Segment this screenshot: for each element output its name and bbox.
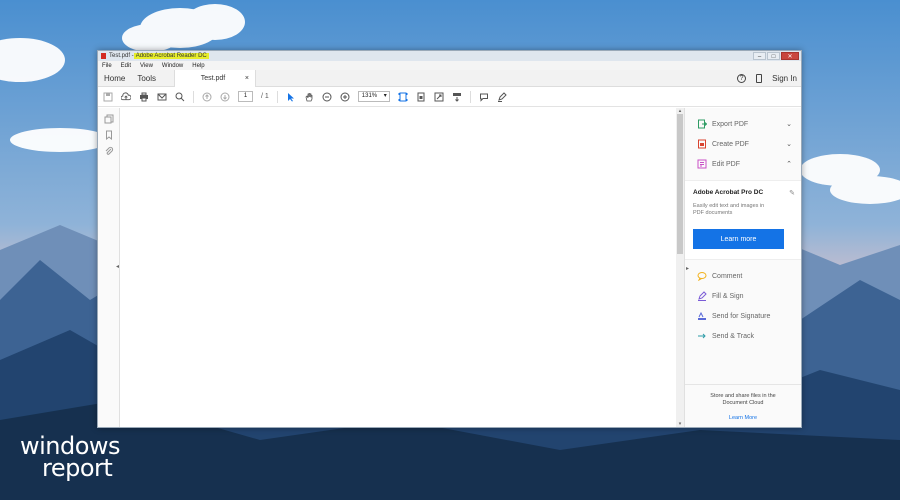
- attachment-icon[interactable]: [104, 146, 114, 156]
- tool-send-signature-label: Send for Signature: [712, 312, 771, 320]
- save-icon[interactable]: [103, 92, 113, 102]
- hand-tool-icon[interactable]: [304, 92, 314, 102]
- search-icon[interactable]: [175, 92, 185, 102]
- next-page-icon[interactable]: [220, 92, 230, 102]
- title-app: Adobe Acrobat Reader DC: [133, 53, 209, 59]
- page-number-input[interactable]: 1: [238, 91, 253, 102]
- brand-line-2: report: [42, 453, 113, 482]
- send-signature-icon: [697, 311, 707, 321]
- full-screen-icon[interactable]: [434, 92, 444, 102]
- select-cursor-icon[interactable]: [286, 92, 296, 102]
- send-track-icon: [697, 331, 707, 341]
- tab-document[interactable]: Test.pdf ×: [174, 69, 257, 87]
- minimize-button[interactable]: –: [753, 52, 766, 60]
- tool-send-track[interactable]: Send & Track: [685, 326, 801, 346]
- fit-page-icon[interactable]: [398, 92, 408, 102]
- toolbar-divider: [276, 90, 278, 103]
- document-cloud-promo: Store and share files in the Document Cl…: [685, 384, 801, 421]
- upload-cloud-icon[interactable]: [121, 91, 131, 102]
- menu-edit[interactable]: Edit: [121, 63, 131, 69]
- bookmark-icon[interactable]: [104, 130, 114, 141]
- menu-file[interactable]: File: [102, 63, 112, 69]
- tab-tools[interactable]: Tools: [131, 70, 162, 86]
- edit-pdf-icon: [697, 159, 707, 169]
- page-total: / 1: [261, 93, 269, 100]
- left-navigation-rail: ◂: [98, 108, 120, 427]
- close-button[interactable]: ✕: [781, 52, 799, 60]
- mobile-link-icon[interactable]: [756, 73, 763, 83]
- promo-description: Easily edit text and images in PDF docum…: [693, 203, 765, 216]
- title-bar[interactable]: Test.pdf - Adobe Acrobat Reader DC – □ ✕: [98, 51, 801, 61]
- learn-more-button[interactable]: Learn more: [693, 229, 784, 249]
- page-thumbnails-icon[interactable]: [104, 114, 114, 124]
- tool-edit-pdf-label: Edit PDF: [712, 160, 741, 168]
- tab-home[interactable]: Home: [98, 70, 131, 86]
- tool-comment[interactable]: Comment: [685, 266, 801, 286]
- promo-title: Adobe Acrobat Pro DC: [693, 189, 764, 196]
- vertical-scrollbar[interactable]: ▴ ▾: [676, 108, 684, 427]
- window-controls: – □ ✕: [753, 52, 799, 60]
- tool-comment-label: Comment: [712, 272, 743, 280]
- page-view-icon[interactable]: [416, 92, 426, 102]
- highlight-pen-icon[interactable]: [497, 91, 507, 102]
- toolbar-divider: [469, 90, 471, 103]
- tool-export-pdf[interactable]: Export PDF ⌄: [685, 114, 801, 134]
- acrobat-window: Test.pdf - Adobe Acrobat Reader DC – □ ✕…: [97, 50, 802, 428]
- export-pdf-icon: [697, 119, 707, 129]
- tools-pane: ▸ Export PDF ⌄ Create PDF ⌄ Edit PDF ⌃ A…: [684, 108, 801, 427]
- maximize-button[interactable]: □: [767, 52, 780, 60]
- tool-fill-sign[interactable]: Fill & Sign: [685, 286, 801, 306]
- create-pdf-icon: [697, 139, 707, 149]
- pdf-app-icon: [101, 53, 106, 59]
- pin-icon[interactable]: ✎: [789, 189, 795, 197]
- print-icon[interactable]: [139, 92, 149, 102]
- chevron-down-icon[interactable]: ⌄: [786, 140, 792, 148]
- tool-send-signature[interactable]: Send for Signature: [685, 306, 801, 326]
- menu-view[interactable]: View: [140, 63, 153, 69]
- fill-sign-icon: [697, 291, 707, 301]
- zoom-level-select[interactable]: 131%: [357, 91, 390, 102]
- comment-icon: [697, 271, 707, 281]
- toolbar-divider: [193, 90, 194, 103]
- document-canvas[interactable]: ▴ ▾: [120, 108, 684, 427]
- toolbar: 1 / 1 131%: [98, 87, 801, 107]
- expand-left-pane-icon[interactable]: ◂: [116, 263, 119, 270]
- chevron-up-icon[interactable]: ⌃: [786, 160, 792, 168]
- tab-close-icon[interactable]: ×: [245, 75, 249, 82]
- cloud-learn-more-link[interactable]: Learn More: [685, 415, 801, 421]
- acrobat-pro-promo: Adobe Acrobat Pro DC ✎ Easily edit text …: [685, 180, 801, 260]
- sign-in-link[interactable]: Sign In: [772, 74, 797, 83]
- tool-export-pdf-label: Export PDF: [712, 120, 749, 128]
- help-icon[interactable]: ?: [737, 73, 747, 83]
- email-icon[interactable]: [157, 92, 167, 102]
- zoom-in-icon[interactable]: [340, 92, 350, 102]
- tab-document-label: Test.pdf: [200, 74, 226, 82]
- comment-tool-icon[interactable]: [479, 92, 489, 102]
- menu-window[interactable]: Window: [162, 63, 183, 69]
- chevron-down-icon[interactable]: ⌄: [786, 120, 792, 128]
- tool-send-track-label: Send & Track: [712, 332, 755, 340]
- tool-create-pdf[interactable]: Create PDF ⌄: [685, 134, 801, 154]
- title-file: Test.pdf -: [109, 53, 134, 59]
- menu-help[interactable]: Help: [192, 63, 204, 69]
- scroll-down-arrow-icon[interactable]: ▾: [676, 421, 684, 427]
- scroll-mode-icon[interactable]: [452, 92, 462, 102]
- workspace: ◂ ▴ ▾ ▸ Export PDF ⌄ Create PDF ⌄ Edit P…: [98, 108, 801, 427]
- tool-create-pdf-label: Create PDF: [712, 140, 749, 148]
- scrollbar-thumb[interactable]: [677, 114, 683, 254]
- zoom-out-icon[interactable]: [322, 92, 332, 102]
- tool-fill-sign-label: Fill & Sign: [712, 292, 744, 300]
- windows-report-logo: windows report: [20, 434, 121, 482]
- tab-bar: Home Tools Test.pdf × ? Sign In: [98, 69, 801, 87]
- tool-edit-pdf[interactable]: Edit PDF ⌃: [685, 154, 801, 174]
- previous-page-icon[interactable]: [202, 92, 212, 102]
- cloud-text: Store and share files in the Document Cl…: [710, 393, 776, 406]
